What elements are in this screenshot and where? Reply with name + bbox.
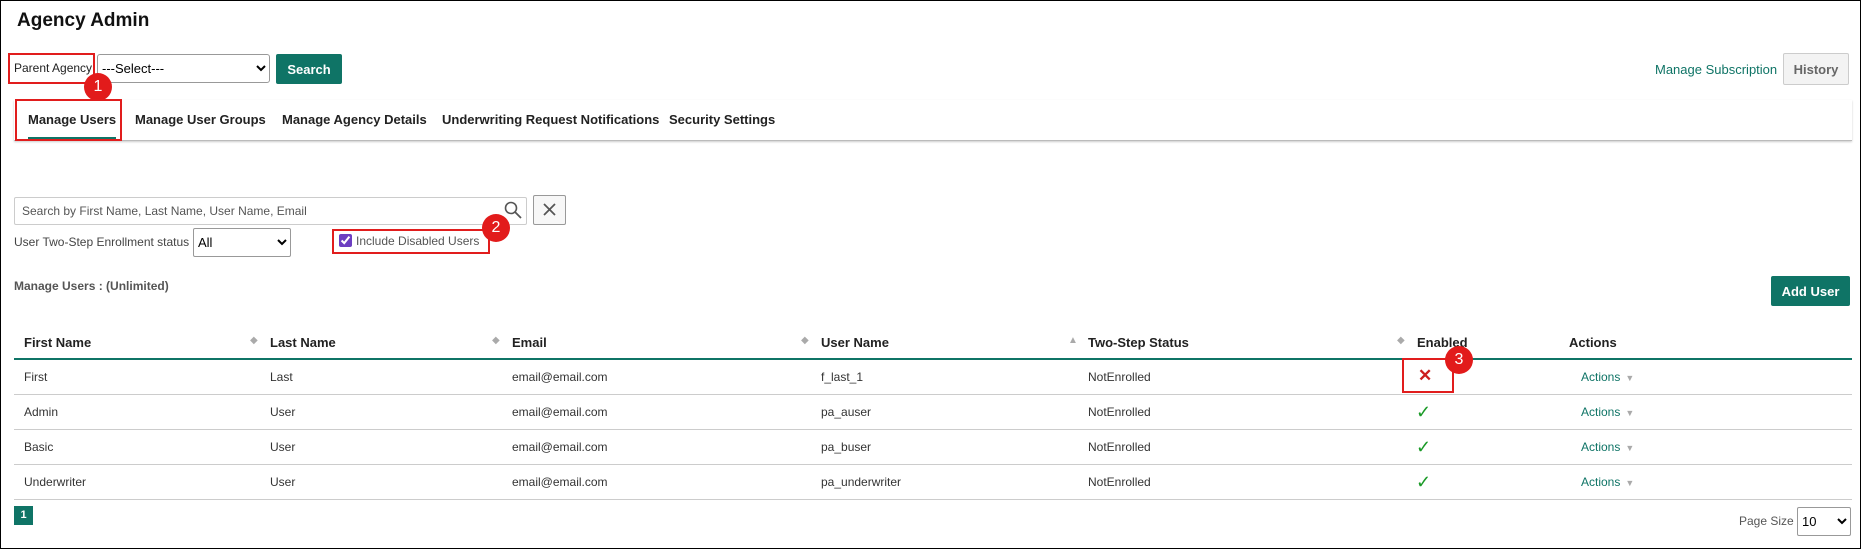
magnifier-icon[interactable] xyxy=(503,200,523,220)
cell-first-name: Admin xyxy=(24,405,59,419)
cell-two-step-status: NotEnrolled xyxy=(1088,370,1151,384)
page-title: Agency Admin xyxy=(17,10,150,31)
cell-user-name: pa_underwriter xyxy=(821,475,902,489)
page-size-label: Page Size xyxy=(1739,514,1794,528)
cell-last-name: User xyxy=(270,475,296,489)
sort-icon[interactable]: ◆ xyxy=(250,335,258,346)
tab-underwriting-request-notifications[interactable]: Underwriting Request Notifications xyxy=(442,112,659,127)
users-table: First Name ◆ Last Name ◆ Email ◆ User Na… xyxy=(14,327,1852,500)
cell-two-step-status: NotEnrolled xyxy=(1088,440,1151,454)
clear-search-button[interactable] xyxy=(533,195,566,225)
tab-bar: Manage Users Manage User Groups Manage A… xyxy=(14,100,1852,141)
cell-user-name: f_last_1 xyxy=(821,370,864,384)
tab-manage-user-groups[interactable]: Manage User Groups xyxy=(135,112,266,127)
cell-email: email@email.com xyxy=(512,370,608,384)
cell-user-name: pa_buser xyxy=(821,440,872,454)
table-row: Underwriter User email@email.com pa_unde… xyxy=(14,465,1852,500)
enabled-check-icon: ✓ xyxy=(1416,437,1432,457)
annotation-badge-3: 3 xyxy=(1445,346,1473,374)
table-row: First Last email@email.com f_last_1 NotE… xyxy=(14,360,1852,395)
actions-dropdown[interactable]: Actions ▼ xyxy=(1581,370,1634,384)
annotation-highlight-tab xyxy=(15,99,122,141)
column-email[interactable]: Email xyxy=(512,335,547,350)
annotation-highlight-2 xyxy=(332,229,490,254)
sort-icon[interactable]: ◆ xyxy=(492,335,500,346)
enrollment-status-select[interactable]: All xyxy=(193,228,291,257)
actions-label: Actions xyxy=(1581,405,1621,419)
column-actions: Actions xyxy=(1569,335,1617,350)
annotation-badge-2: 2 xyxy=(482,214,510,242)
tab-manage-agency-details[interactable]: Manage Agency Details xyxy=(282,112,427,127)
column-user-name[interactable]: User Name xyxy=(821,335,889,350)
cell-user-name: pa_auser xyxy=(821,405,872,419)
actions-label: Actions xyxy=(1581,475,1621,489)
actions-label: Actions xyxy=(1581,370,1621,384)
manage-users-count-label: Manage Users : (Unlimited) xyxy=(14,279,169,293)
manage-subscription-link[interactable]: Manage Subscription xyxy=(1655,62,1777,77)
parent-agency-select[interactable]: ---Select--- xyxy=(97,54,270,83)
table-row: Admin User email@email.com pa_auser NotE… xyxy=(14,395,1852,430)
enrollment-status-label: User Two-Step Enrollment status xyxy=(14,235,190,249)
cell-two-step-status: NotEnrolled xyxy=(1088,405,1151,419)
table-row: Basic User email@email.com pa_buser NotE… xyxy=(14,430,1852,465)
actions-dropdown[interactable]: Actions ▼ xyxy=(1581,475,1634,489)
close-icon xyxy=(543,203,556,216)
table-header: First Name ◆ Last Name ◆ Email ◆ User Na… xyxy=(14,327,1852,360)
column-first-name[interactable]: First Name xyxy=(24,335,91,350)
page-size-select[interactable]: 10 xyxy=(1797,507,1851,536)
annotation-highlight-1 xyxy=(8,53,95,84)
column-last-name[interactable]: Last Name xyxy=(270,335,336,350)
cell-last-name: User xyxy=(270,440,296,454)
sort-icon[interactable]: ◆ xyxy=(801,335,809,346)
enabled-check-icon: ✓ xyxy=(1416,472,1432,492)
actions-label: Actions xyxy=(1581,440,1621,454)
cell-first-name: First xyxy=(24,370,48,384)
enabled-check-icon: ✓ xyxy=(1416,402,1432,422)
cell-last-name: User xyxy=(270,405,296,419)
cell-email: email@email.com xyxy=(512,475,608,489)
user-search-input[interactable] xyxy=(14,197,527,225)
caret-down-icon: ▼ xyxy=(1625,478,1635,488)
sort-asc-icon[interactable]: ▲ xyxy=(1068,335,1078,346)
caret-down-icon: ▼ xyxy=(1625,443,1635,453)
actions-dropdown[interactable]: Actions ▼ xyxy=(1581,405,1634,419)
caret-down-icon: ▼ xyxy=(1625,408,1635,418)
annotation-badge-1: 1 xyxy=(84,73,112,101)
history-button[interactable]: History xyxy=(1783,53,1849,85)
cell-first-name: Basic xyxy=(24,440,54,454)
cell-last-name: Last xyxy=(270,370,293,384)
search-button[interactable]: Search xyxy=(276,54,342,84)
sort-icon[interactable]: ◆ xyxy=(1397,335,1405,346)
caret-down-icon: ▼ xyxy=(1625,373,1635,383)
tab-security-settings[interactable]: Security Settings xyxy=(669,112,775,127)
cell-two-step-status: NotEnrolled xyxy=(1088,475,1151,489)
cell-email: email@email.com xyxy=(512,405,608,419)
pagination-page-1[interactable]: 1 xyxy=(14,506,33,525)
cell-email: email@email.com xyxy=(512,440,608,454)
column-two-step-status[interactable]: Two-Step Status xyxy=(1088,335,1189,350)
cell-first-name: Underwriter xyxy=(24,475,87,489)
actions-dropdown[interactable]: Actions ▼ xyxy=(1581,440,1634,454)
add-user-button[interactable]: Add User xyxy=(1771,276,1850,306)
